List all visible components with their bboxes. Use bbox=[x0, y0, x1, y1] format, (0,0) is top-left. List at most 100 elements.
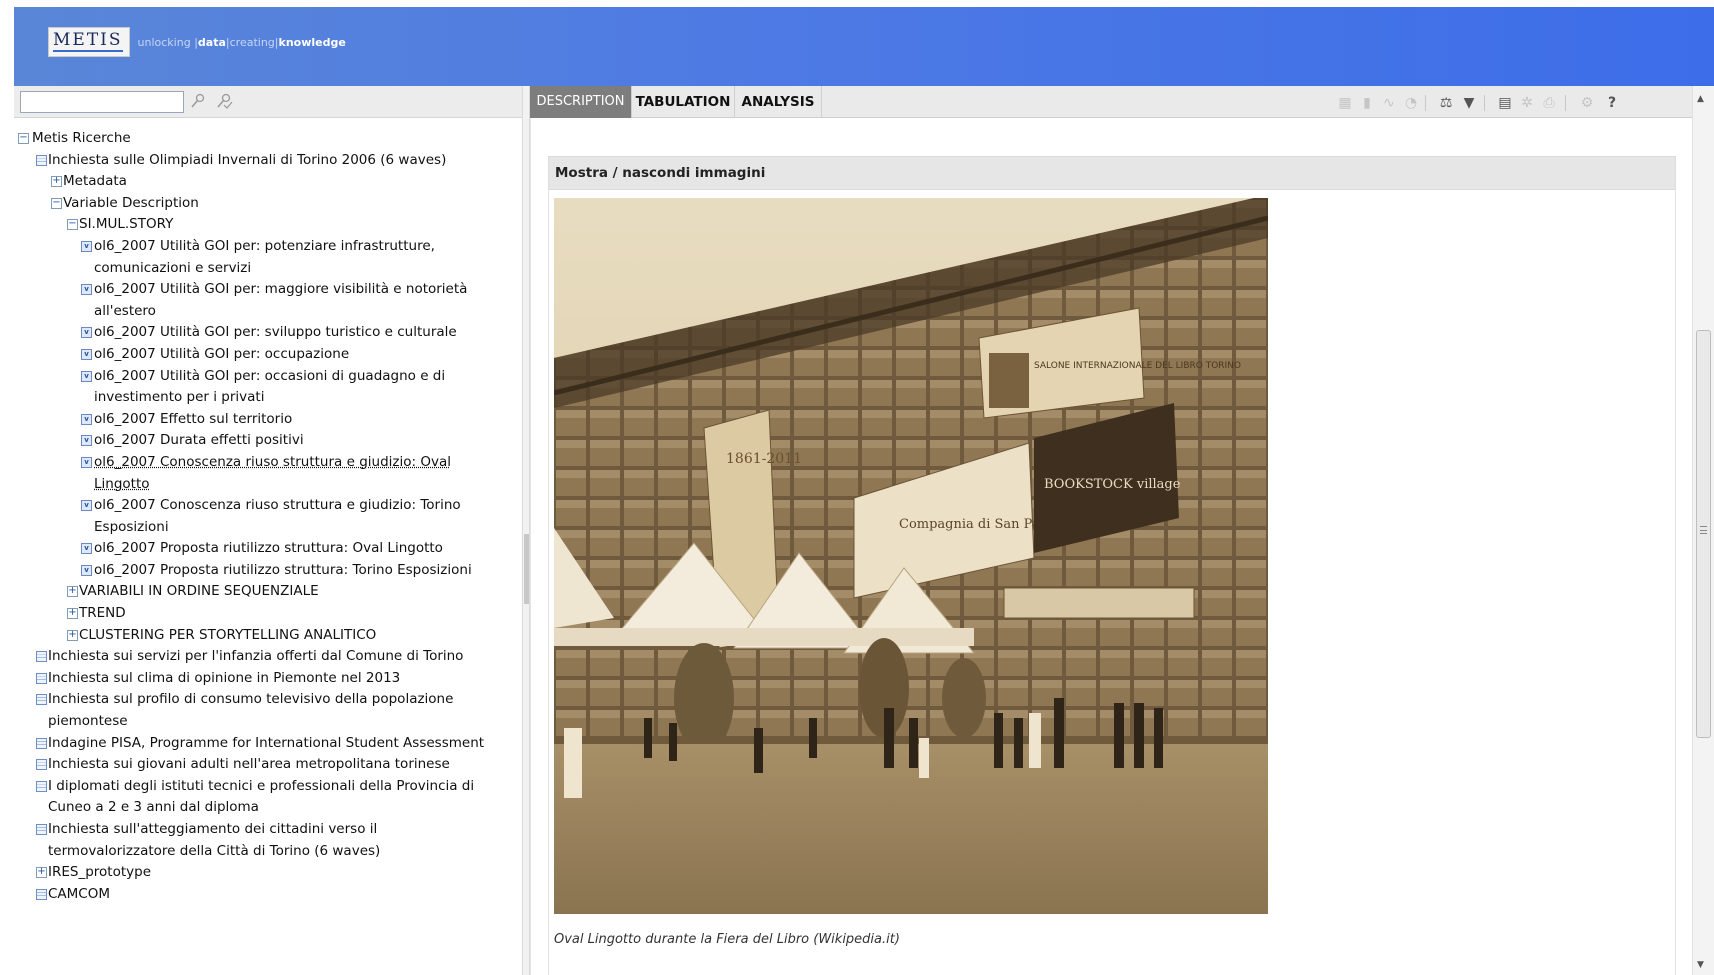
bar-chart-icon[interactable]: ▮ bbox=[1358, 94, 1376, 112]
filter-icon[interactable]: ▼ bbox=[1460, 94, 1478, 112]
export-icon[interactable]: ✲ bbox=[1518, 94, 1536, 112]
tree-node[interactable]: − SI.MUL.STORY bbox=[14, 214, 522, 236]
tree-node[interactable]: investimento per i privati bbox=[14, 387, 522, 409]
tree-node[interactable]: v ol6_2007 Effetto sul territorio bbox=[14, 409, 522, 431]
table-icon[interactable]: ▦ bbox=[1336, 94, 1354, 112]
save-icon[interactable]: ▤ bbox=[1496, 94, 1514, 112]
tree-node[interactable]: + Metadata bbox=[14, 171, 522, 193]
tree-node[interactable]: Lingotto bbox=[14, 474, 522, 496]
tree-node-label[interactable]: Inchiesta sul profilo di consumo televis… bbox=[48, 691, 453, 707]
search-next-icon[interactable] bbox=[215, 93, 233, 111]
tree-node-label[interactable]: Esposizioni bbox=[94, 519, 169, 535]
tree-node-label[interactable]: Inchiesta sulle Olimpiadi Invernali di T… bbox=[48, 152, 446, 168]
tree-node-label[interactable]: VARIABILI IN ORDINE SEQUENZIALE bbox=[79, 583, 319, 599]
tree-node[interactable]: I diplomati degli istituti tecnici e pro… bbox=[14, 776, 522, 798]
tree-node-label[interactable]: Metis Ricerche bbox=[32, 130, 131, 146]
collapse-icon[interactable]: − bbox=[18, 133, 29, 144]
tree-node[interactable]: comunicazioni e servizi bbox=[14, 258, 522, 280]
collapse-icon[interactable]: − bbox=[51, 197, 62, 209]
tree-node[interactable]: Inchiesta sui servizi per l'infanzia off… bbox=[14, 646, 522, 668]
tree-node-label[interactable]: Indagine PISA, Programme for Internation… bbox=[48, 735, 484, 751]
tree-node-label[interactable]: I diplomati degli istituti tecnici e pro… bbox=[48, 778, 474, 794]
vertical-scrollbar[interactable]: ▲ ▼ bbox=[1692, 86, 1714, 975]
tree-node[interactable]: piemontese bbox=[14, 711, 522, 733]
tree-node-label[interactable]: CLUSTERING PER STORYTELLING ANALITICO bbox=[79, 627, 376, 643]
settings-icon[interactable]: ⚙ bbox=[1578, 94, 1596, 112]
tree-node-label[interactable]: Metadata bbox=[63, 173, 127, 189]
tree-node-label[interactable]: ol6_2007 Utilità GOI per: occasioni di g… bbox=[94, 368, 445, 384]
tab-description[interactable]: DESCRIPTION bbox=[530, 86, 632, 118]
expand-icon[interactable]: + bbox=[67, 608, 78, 620]
pane-splitter[interactable] bbox=[522, 86, 530, 975]
tree-node[interactable]: v ol6_2007 Utilità GOI per: sviluppo turi… bbox=[14, 322, 522, 344]
tree-node[interactable]: v ol6_2007 Proposta riutilizzo struttura:… bbox=[14, 538, 522, 560]
tree-node-label[interactable]: ol6_2007 Proposta riutilizzo struttura: … bbox=[94, 540, 443, 556]
tab-tabulation[interactable]: TABULATION bbox=[632, 86, 735, 118]
expand-icon[interactable]: + bbox=[51, 176, 62, 188]
tree-node[interactable]: Cuneo a 2 e 3 anni dal diploma bbox=[14, 797, 522, 819]
tree-node[interactable]: Inchiesta sui giovani adulti nell'area m… bbox=[14, 754, 522, 776]
tree-node-label[interactable]: investimento per i privati bbox=[94, 389, 264, 405]
pie-chart-icon[interactable]: ◔ bbox=[1402, 94, 1420, 112]
tree-node[interactable]: Indagine PISA, Programme for Internation… bbox=[14, 733, 522, 755]
collapse-icon[interactable]: − bbox=[67, 219, 78, 231]
tree-node[interactable]: Inchiesta sul profilo di consumo televis… bbox=[14, 689, 522, 711]
tree-node[interactable]: CAMCOM bbox=[14, 884, 522, 906]
tree-node-label[interactable]: Inchiesta sul clima di opinione in Piemo… bbox=[48, 670, 400, 686]
scroll-up-icon[interactable]: ▲ bbox=[1697, 94, 1704, 104]
tree-node[interactable]: + CLUSTERING PER STORYTELLING ANALITICO bbox=[14, 625, 522, 647]
print-icon[interactable]: ⎙ bbox=[1540, 94, 1558, 112]
tree-node[interactable]: v ol6_2007 Proposta riutilizzo struttura:… bbox=[14, 560, 522, 582]
tree-node[interactable]: − Metis Ricerche bbox=[14, 128, 522, 150]
tree-node[interactable]: v ol6_2007 Durata effetti positivi bbox=[14, 430, 522, 452]
tree-node[interactable]: − Variable Description bbox=[14, 193, 522, 215]
tree-node-label[interactable]: Inchiesta sull'atteggiamento dei cittadi… bbox=[48, 821, 377, 837]
expand-icon[interactable]: + bbox=[67, 586, 78, 598]
tree-node-label[interactable]: ol6_2007 Conoscenza riuso struttura e gi… bbox=[94, 454, 451, 470]
search-input[interactable] bbox=[20, 91, 184, 113]
tree-node-label[interactable]: Inchiesta sui giovani adulti nell'area m… bbox=[48, 756, 450, 772]
tree-node[interactable]: + TREND bbox=[14, 603, 522, 625]
metis-logo[interactable]: METIS unlocking |data|creating|knowledge bbox=[48, 27, 346, 57]
tree-node[interactable]: + IRES_prototype bbox=[14, 862, 522, 884]
tree-node-label[interactable]: ol6_2007 Proposta riutilizzo struttura: … bbox=[94, 562, 472, 578]
tree-node[interactable]: v ol6_2007 Utilità GOI per: maggiore visi… bbox=[14, 279, 522, 301]
tree-node[interactable]: v ol6_2007 Conoscenza riuso struttura e g… bbox=[14, 495, 522, 517]
tree-node[interactable]: v ol6_2007 Utilità GOI per: potenziare in… bbox=[14, 236, 522, 258]
expand-icon[interactable]: + bbox=[67, 629, 78, 641]
expand-icon[interactable]: + bbox=[36, 867, 47, 879]
tree-node-label[interactable]: Variable Description bbox=[63, 195, 199, 211]
search-icon[interactable] bbox=[189, 93, 207, 111]
tree-node-label[interactable]: piemontese bbox=[48, 713, 128, 729]
tree-node[interactable]: Esposizioni bbox=[14, 517, 522, 539]
tree-node-label[interactable]: comunicazioni e servizi bbox=[94, 260, 251, 276]
toggle-images-bar[interactable]: Mostra / nascondi immagini bbox=[548, 156, 1676, 190]
tree-node-label[interactable]: all'estero bbox=[94, 303, 156, 319]
tree-node-label[interactable]: TREND bbox=[79, 605, 126, 621]
tree-node[interactable]: all'estero bbox=[14, 301, 522, 323]
splitter-handle[interactable] bbox=[524, 534, 529, 604]
tree-node-label[interactable]: ol6_2007 Utilità GOI per: sviluppo turis… bbox=[94, 324, 457, 340]
tree-node[interactable]: v ol6_2007 Utilità GOI per: occupazione bbox=[14, 344, 522, 366]
tree-node-label[interactable]: ol6_2007 Durata effetti positivi bbox=[94, 432, 304, 448]
tree-node-label[interactable]: ol6_2007 Utilità GOI per: maggiore visib… bbox=[94, 281, 467, 297]
scrollbar-thumb[interactable] bbox=[1696, 330, 1711, 738]
tree-node[interactable]: v ol6_2007 Conoscenza riuso struttura e g… bbox=[14, 452, 522, 474]
tree-node-label[interactable]: Lingotto bbox=[94, 476, 150, 492]
tree-node-label[interactable]: IRES_prototype bbox=[48, 864, 151, 880]
tree-node[interactable]: Inchiesta sull'atteggiamento dei cittadi… bbox=[14, 819, 522, 841]
tree-node[interactable]: termovalorizzatore della Città di Torino… bbox=[14, 841, 522, 863]
line-chart-icon[interactable]: ∿ bbox=[1380, 94, 1398, 112]
tree-node-label[interactable]: ol6_2007 Effetto sul territorio bbox=[94, 411, 292, 427]
tree-node-label[interactable]: CAMCOM bbox=[48, 886, 110, 902]
tab-analysis[interactable]: ANALYSIS bbox=[735, 86, 822, 118]
tree-node-label[interactable]: Inchiesta sui servizi per l'infanzia off… bbox=[48, 648, 463, 664]
tree-node-label[interactable]: Cuneo a 2 e 3 anni dal diploma bbox=[48, 799, 259, 815]
tree-node[interactable]: Inchiesta sul clima di opinione in Piemo… bbox=[14, 668, 522, 690]
scroll-down-icon[interactable]: ▼ bbox=[1697, 960, 1704, 970]
help-icon[interactable]: ? bbox=[1603, 94, 1621, 112]
balance-icon[interactable]: ⚖ bbox=[1437, 94, 1455, 112]
tree-node[interactable]: + VARIABILI IN ORDINE SEQUENZIALE bbox=[14, 581, 522, 603]
tree-node-label[interactable]: ol6_2007 Utilità GOI per: potenziare inf… bbox=[94, 238, 435, 254]
tree-node-label[interactable]: termovalorizzatore della Città di Torino… bbox=[48, 843, 380, 859]
